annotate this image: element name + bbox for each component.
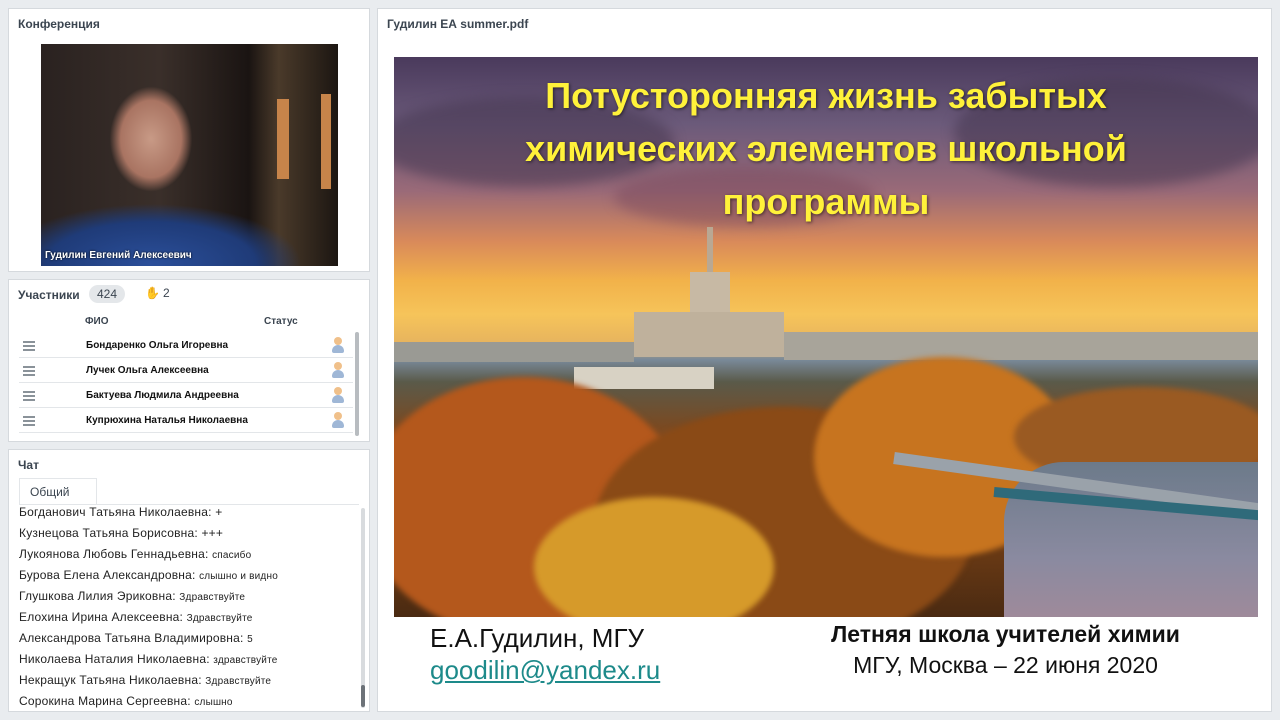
slide-place-date: МГУ, Москва – 22 июня 2020 [853,652,1158,678]
chat-author: Александрова Татьяна Владимировна: [19,631,244,645]
participant-status-icon [331,362,345,378]
speaker-video[interactable]: Гудилин Евгений Алексеевич [41,44,338,266]
chat-text: Здравствуйте [179,592,246,603]
door-highlight [277,99,289,179]
chat-scrollbar-thumb[interactable] [361,685,365,707]
chat-scrollbar-track [361,508,365,708]
raised-hands[interactable]: ✋ 2 [145,286,170,300]
chat-author: Богданович Татьяна Николаевна: [19,505,212,519]
chat-text: слышно и видно [199,571,278,582]
building [574,367,714,389]
column-header-name[interactable]: ФИО [85,316,109,327]
chat-message: Сорокина Марина Сергеевна: слышно [19,694,233,708]
document-panel: Гудилин ЕА summer.pdf Потусторонняя жизн… [377,8,1272,712]
slide-title-line: программы [722,181,930,222]
slide-title-line: Потусторонняя жизнь забытых [545,75,1107,116]
chat-message: Кузнецова Татьяна Борисовна: +++ [19,526,223,540]
chat-text: здравствуйте [213,655,278,666]
slide-title: Потусторонняя жизнь забытых химических э… [394,69,1258,228]
participants-scrollbar[interactable] [355,332,359,436]
participant-status-icon [331,412,345,428]
participants-count-badge: 424 [89,285,126,303]
menu-icon[interactable] [23,391,35,403]
participant-name: Лучек Ольга Алексеевна [86,365,209,376]
chat-message: Богданович Татьяна Николаевна: + [19,505,222,519]
tab-general[interactable]: Общий [19,478,97,504]
chat-message: Лукоянова Любовь Геннадьевна: спасибо [19,547,251,561]
door-highlight [321,94,331,189]
menu-icon[interactable] [23,416,35,428]
chat-author: Елохина Ирина Алексеевна: [19,610,184,624]
slide-event: Летняя школа учителей химии [831,621,1180,647]
slide-title-line: химических элементов школьной [525,128,1127,169]
conference-title: Конференция [18,17,100,31]
column-header-status[interactable]: Статус [264,316,298,327]
participant-row[interactable]: Бактуева Людмила Андреевна [19,383,353,408]
chat-author: Глушкова Лилия Эриковна: [19,589,176,603]
participant-row[interactable]: Бондаренко Ольга Игоревна [19,333,353,358]
chat-message: Александрова Татьяна Владимировна: 5 [19,631,253,645]
chat-title: Чат [18,458,39,472]
chat-author: Николаева Наталия Николаевна: [19,652,210,666]
participant-status-icon [331,337,345,353]
participant-name: Бондаренко Ольга Игоревна [86,340,229,351]
participant-status-icon [331,387,345,403]
presentation-slide: Потусторонняя жизнь забытых химических э… [385,55,1258,695]
chat-text: спасибо [212,550,252,561]
city-skyline [394,342,634,362]
chat-panel: Чат Общий Богданович Татьяна Николаевна:… [8,449,370,712]
participant-row[interactable]: Купрюхина Наталья Николаевна [19,408,353,433]
chat-text: 5 [247,634,253,645]
conference-panel: Конференция Гудилин Евгений Алексеевич [8,8,370,272]
chat-author: Некращук Татьяна Николаевна: [19,673,202,687]
slide-email-link[interactable]: goodilin@yandex.ru [430,655,660,686]
slide-author: Е.А.Гудилин, МГУ [430,623,645,653]
participants-title: Участники [18,288,80,302]
chat-author: Лукоянова Любовь Геннадьевна: [19,547,209,561]
chat-text: Здравствуйте [186,613,253,624]
participant-name: Бактуева Людмила Андреевна [86,390,239,401]
city-skyline [784,332,1258,360]
menu-icon[interactable] [23,341,35,353]
chat-message: Бурова Елена Александровна: слышно и вид… [19,568,278,582]
chat-message: Николаева Наталия Николаевна: здравствуй… [19,652,278,666]
chat-text: Здравствуйте [205,676,272,687]
participant-name: Купрюхина Наталья Николаевна [86,415,248,426]
menu-icon[interactable] [23,366,35,378]
participants-panel: Участники 424 ✋ 2 ФИО Статус Бондаренко О… [8,279,370,442]
chat-text: слышно [194,697,233,708]
chat-message: Елохина Ирина Алексеевна: Здравствуйте [19,610,253,624]
chat-text: + [215,505,223,519]
chat-message: Глушкова Лилия Эриковна: Здравствуйте [19,589,245,603]
chat-author: Кузнецова Татьяна Борисовна: [19,526,198,540]
chat-author: Сорокина Марина Сергеевна: [19,694,191,708]
raised-hand-icon: ✋ [145,286,160,300]
chat-author: Бурова Елена Александровна: [19,568,196,582]
speaker-name: Гудилин Евгений Алексеевич [45,250,192,261]
document-title: Гудилин ЕА summer.pdf [387,17,529,31]
raised-hands-count: 2 [162,286,170,300]
chat-text: +++ [201,526,224,540]
slide-photo: Потусторонняя жизнь забытых химических э… [394,57,1258,617]
chat-message: Некращук Татьяна Николаевна: Здравствуйт… [19,673,271,687]
participant-row[interactable]: Лучек Ольга Алексеевна [19,358,353,383]
university-building [634,312,784,357]
